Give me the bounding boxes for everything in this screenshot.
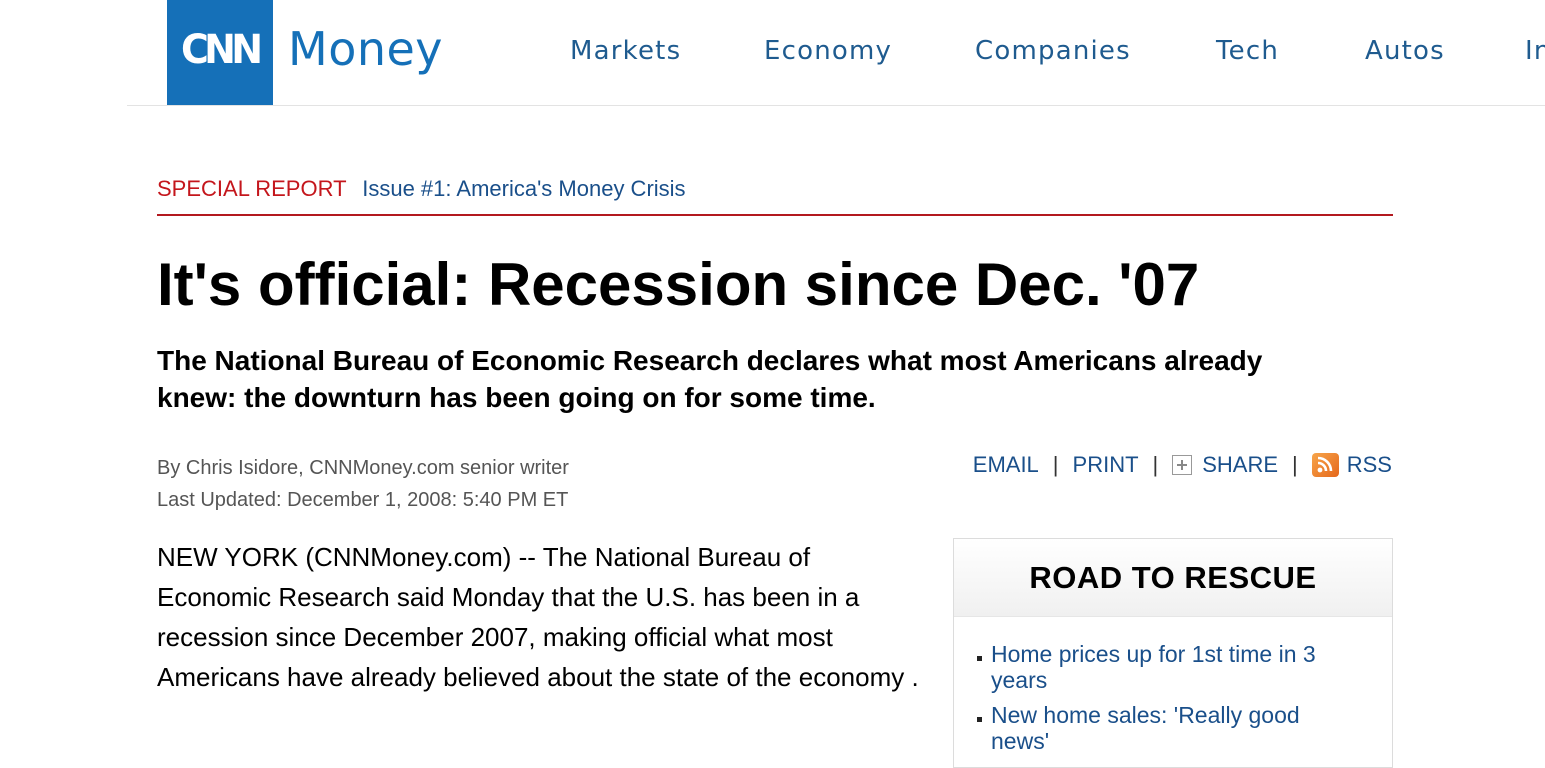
road-to-rescue-box: ROAD TO RESCUE Home prices up for 1st ti…	[953, 538, 1393, 768]
print-link[interactable]: PRINT	[1073, 452, 1139, 478]
tool-separator: |	[1152, 452, 1159, 477]
share-link[interactable]: SHARE	[1172, 452, 1278, 478]
cnn-logo-text: CNN	[181, 26, 263, 73]
tool-separator: |	[1292, 452, 1298, 477]
nav-economy[interactable]: Economy	[764, 36, 892, 66]
sidebar-link-item[interactable]: New home sales: 'Really good news'	[954, 702, 1351, 754]
sidebar-title: ROAD TO RESCUE	[1029, 559, 1317, 595]
rss-link[interactable]: RSS	[1311, 452, 1392, 478]
nav-markets[interactable]: Markets	[570, 36, 681, 66]
site-header: CNN Money Markets Economy Companies Tech…	[0, 0, 1545, 107]
plus-icon	[1172, 455, 1193, 475]
rss-icon	[1311, 453, 1339, 477]
nav-tech[interactable]: Tech	[1216, 36, 1279, 66]
header-divider	[127, 105, 1545, 106]
article-body-paragraph: NEW YORK (CNNMoney.com) -- The National …	[157, 542, 919, 692]
article-headline: It's official: Recession since Dec. '07	[157, 251, 1200, 318]
cnn-logo[interactable]: CNN	[167, 0, 273, 105]
sidebar-link-item[interactable]: Home prices up for 1st time in 3 years	[954, 641, 1351, 693]
tool-separator: |	[1052, 452, 1059, 477]
nav-autos[interactable]: Autos	[1365, 36, 1445, 66]
money-brand[interactable]: Money	[288, 22, 443, 76]
nav-companies[interactable]: Companies	[975, 36, 1131, 66]
last-updated: Last Updated: December 1, 2008: 5:40 PM …	[157, 489, 569, 511]
special-report-link[interactable]: Issue #1: America's Money Crisis	[362, 176, 685, 201]
sidebar-link-list: Home prices up for 1st time in 3 years N…	[954, 617, 1392, 754]
email-link[interactable]: EMAIL	[973, 452, 1039, 478]
sidebar-header: ROAD TO RESCUE	[954, 539, 1392, 617]
special-report-label: SPECIAL REPORT	[157, 176, 347, 201]
author-byline: By Chris Isidore, CNNMoney.com senior wr…	[157, 457, 569, 479]
share-label: SHARE	[1202, 452, 1279, 477]
byline-block: By Chris Isidore, CNNMoney.com senior wr…	[157, 452, 569, 516]
rss-label: RSS	[1346, 452, 1392, 477]
article-tools: EMAIL | PRINT | SHARE | RSS	[973, 451, 1392, 479]
special-report-bar: SPECIAL REPORT Issue #1: America's Money…	[157, 176, 686, 202]
special-report-divider	[157, 214, 1393, 216]
nav-more-truncated[interactable]: In	[1525, 36, 1545, 66]
article-deck: The National Bureau of Economic Research…	[157, 345, 1263, 413]
